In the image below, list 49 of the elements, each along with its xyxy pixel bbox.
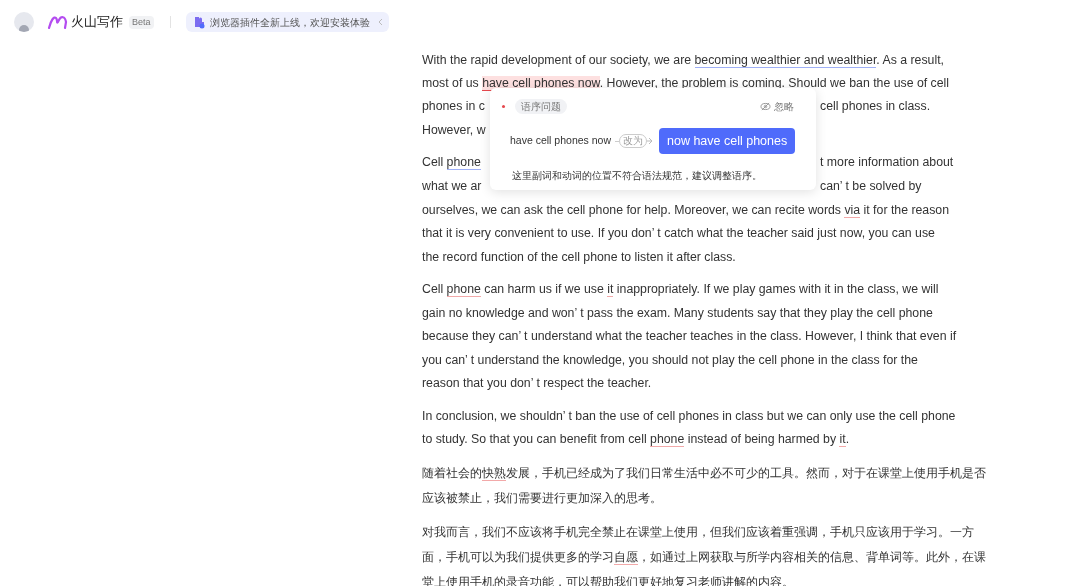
text-span: In conclusion, we shouldn’ t ban the use of cell phones in class but we can only use the cell phone: [422, 408, 956, 423]
text-span: ourselves, we can ask the cell phone for help. Moreover, we can recite words: [422, 202, 842, 217]
text-span: phones in c: [422, 99, 485, 113]
original-text: have cell phones now: [510, 133, 611, 149]
spelling-error-link[interactable]: 自愿: [614, 549, 638, 565]
text-span: 随着社会的: [422, 465, 482, 480]
text-span: the record function of the cell phone to listen it after class.: [422, 249, 736, 264]
text-span: t more information about: [820, 155, 954, 169]
text-span: what we ar: [422, 178, 482, 193]
text-span: ，如通过上网获取与所学内容相关的信息、背单词等。此外，在课: [638, 549, 986, 564]
text-span: reason that you don’ t respect the teacher.: [422, 376, 652, 391]
text-span: . As a result,: [876, 52, 944, 67]
notice-text: 浏览器插件全新上线，欢迎安装体验: [209, 15, 370, 30]
text-span: it for the reason: [862, 202, 949, 217]
text-span: that it is very convenient to use. If you don’ t catch what the teacher said just now, you can use: [422, 226, 935, 241]
spelling-error-link[interactable]: phone: [650, 432, 685, 448]
text-span: 应该被禁止，我们需要进行更加深入的思考。: [422, 490, 662, 505]
text-span: 面，手机可以为我们提供更多的学习: [422, 549, 614, 564]
explanation-text: 这里副词和动词的位置不符合语法规范，建议调整语序。: [512, 169, 763, 183]
replacement-button[interactable]: now have cell phones: [659, 128, 796, 154]
ignore-button[interactable]: 忽略: [760, 98, 794, 114]
text-span: inappropriately. If we play games with it in the class, we will: [615, 282, 939, 297]
text-span: 发展，手机已经成为了我们日常生活中必不可少的工具。然而，对于在课堂上使用手机是否: [506, 465, 986, 480]
spelling-error-link[interactable]: 快熟: [482, 465, 506, 481]
logo-text: 火山写作: [71, 13, 123, 32]
text-span: Cell: [422, 155, 445, 169]
style-suggestion-link[interactable]: becoming wealthier and wealthier: [694, 52, 877, 68]
text-span: However, w: [422, 123, 486, 138]
text-span: cell phones in class.: [820, 99, 931, 113]
text-span: to study. So that you can benefit from cell: [422, 432, 648, 447]
text-span: you can’ t understand the knowledge, you should not play the cell phone in the class for the: [422, 352, 918, 367]
spelling-error-link[interactable]: phone: [446, 282, 481, 298]
spelling-error-link[interactable]: it: [839, 432, 846, 448]
text-span: With the rapid development of our society, we are: [422, 52, 693, 67]
spelling-error-link[interactable]: via: [844, 202, 861, 218]
text-span: most of us: [422, 76, 480, 91]
text-span: can harm us if we use: [483, 282, 605, 297]
spelling-error-link[interactable]: it: [607, 282, 614, 298]
text-span: Cell: [422, 282, 445, 297]
beta-badge: Beta: [129, 15, 154, 29]
category-tag: 语序问题: [515, 98, 567, 114]
notice-banner[interactable]: 浏览器插件全新上线，欢迎安装体验: [185, 12, 389, 32]
text-span: gain no knowledge and won’ t pass the exam. Many students say that they play the cell phone: [422, 305, 933, 320]
text-span: .: [845, 432, 850, 447]
text-span: because they can’ t understand what the teacher teaches in the class. However, I think that even if: [422, 329, 957, 344]
text-span: can’ t be solved by: [820, 178, 922, 193]
style-suggestion-link[interactable]: phone: [446, 155, 481, 170]
text-span: instead of being harmed by: [686, 432, 838, 447]
text-span: 对我而言，我们不应该将手机完全禁止在课堂上使用，但我们应该着重强调，手机只应该用于学习。一方: [422, 524, 974, 539]
